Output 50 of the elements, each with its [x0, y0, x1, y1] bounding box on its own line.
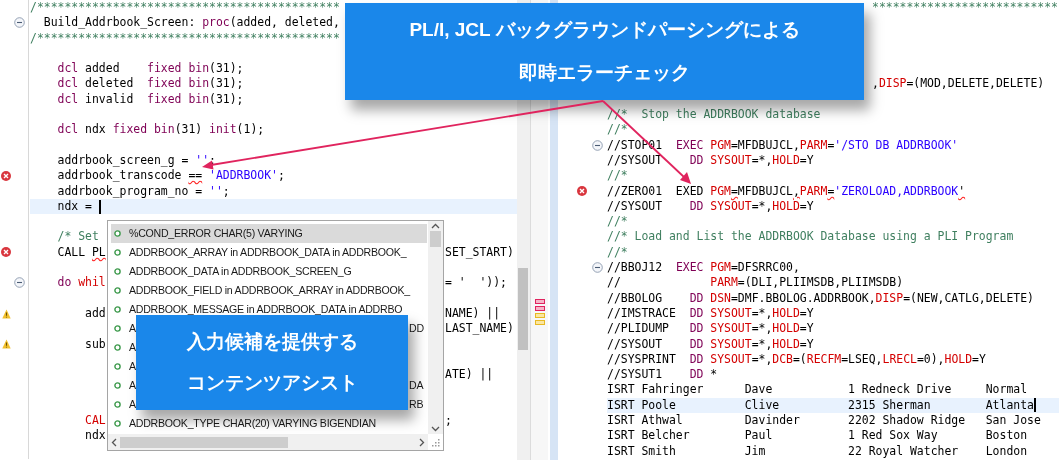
- code-line: dcl invalid fixed bin(31);: [56, 91, 244, 108]
- code-line: do whil: [56, 275, 106, 291]
- code-line: ISRT Smith Jim 22 Royal Watcher London: [607, 443, 1028, 459]
- code-line: ISRT Athwal Davinder 2202 Shadow Ridge San Jose: [607, 413, 1041, 429]
- code-line: Build_Addrbook_Screen: proc(added, deleted,: [42, 15, 340, 31]
- code-line: //*: [607, 122, 628, 138]
- code-line: //PLIDUMP DD SYSOUT=*,HOLD=Y: [607, 321, 814, 337]
- code-line: //*: [607, 214, 628, 230]
- code-line: //SYSPRINT DD SYSOUT=*,DCB=(RECFM=LSEQ,LRECL=0),HOLD=Y: [607, 351, 986, 368]
- code-line: ISRT Poole Clive 2315 Sherman Atlanta: [607, 397, 1034, 413]
- code-line: SET_START): [445, 244, 514, 261]
- code-line: //SYSOUT DD SYSOUT=*,HOLD=Y: [607, 152, 814, 169]
- callout-text: 入力候補を提供する: [186, 329, 358, 354]
- code-line: //*: [607, 244, 628, 261]
- code-line: = ' '));: [445, 275, 507, 291]
- code-line: ***************************: [872, 0, 1058, 16]
- code-line: /********************************************: [30, 30, 340, 46]
- code-line: //BBOLOG DD DSN=DMF.BBOLOG.ADDRBOOK,DISP=(NEW,CATLG,DELETE): [607, 290, 1034, 306]
- code-line: NAME) ||: [445, 305, 501, 322]
- code-line: //BBOJ12 EXEC PGM=DFSRRC00,: [607, 260, 800, 276]
- code-line: dcl ndx fixed bin(31) init(1);: [56, 122, 265, 138]
- code-line: //*: [607, 168, 628, 184]
- callout-text: コンテンツアシスト: [186, 371, 358, 396]
- code-line: //SYSOUT DD SYSOUT=*,HOLD=Y: [607, 336, 814, 352]
- callout-text: 即時エラーチェック: [519, 60, 690, 85]
- code-line: //IMSTRACE DD SYSOUT=*,HOLD=Y: [607, 305, 814, 322]
- code-line: dcl added fixed bin(31);: [56, 61, 244, 77]
- code-line: dcl deleted fixed bin(31);: [56, 76, 244, 92]
- code-line: ISRT Fahringer Dave 1 Redneck Drive Normal: [607, 382, 1028, 398]
- code-line: add: [84, 305, 106, 322]
- code-line: ndx =: [56, 198, 93, 215]
- code-line: addrbook_transcode == 'ADDRBOOK';: [56, 168, 285, 184]
- code-line: /********************************************: [30, 0, 340, 16]
- code-line: //SYSOUT DD SYSOUT=*,HOLD=Y: [607, 198, 814, 215]
- code-line: // PARM=(DLI,PLIIMSDB,PLIIMSDB): [607, 275, 904, 291]
- code-line: sub: [84, 336, 106, 352]
- code-line: ndx: [84, 428, 106, 444]
- code-line: CAL: [84, 413, 106, 429]
- code-line: addrbook_program_no = '';: [56, 183, 230, 199]
- code-line: ISRT Belcher Paul 1 Red Sox Way Boston: [607, 428, 1028, 444]
- code-line: LAST_NAME): [445, 321, 514, 337]
- code-line: ,DISP=(MOD,DELETE,DELETE): [872, 76, 1045, 92]
- code-line: //ZERO01 EXED PGM=MFDBUJCL,PARM='ZEROLOAD,ADDRBOOK': [607, 183, 966, 199]
- code-line: //SYSUT1 DD *: [607, 367, 718, 383]
- code-line: CALL PL: [56, 244, 106, 261]
- code-line: ATE) ||: [445, 367, 494, 383]
- code-line: //* Load and List the ADDRBOOK Database using a PLI Program: [607, 229, 1014, 245]
- callout-text: PL/I, JCL バックグラウンドパーシングによる: [409, 18, 800, 43]
- code-line: ;: [445, 413, 452, 429]
- code-line: /* Set: [56, 229, 99, 245]
